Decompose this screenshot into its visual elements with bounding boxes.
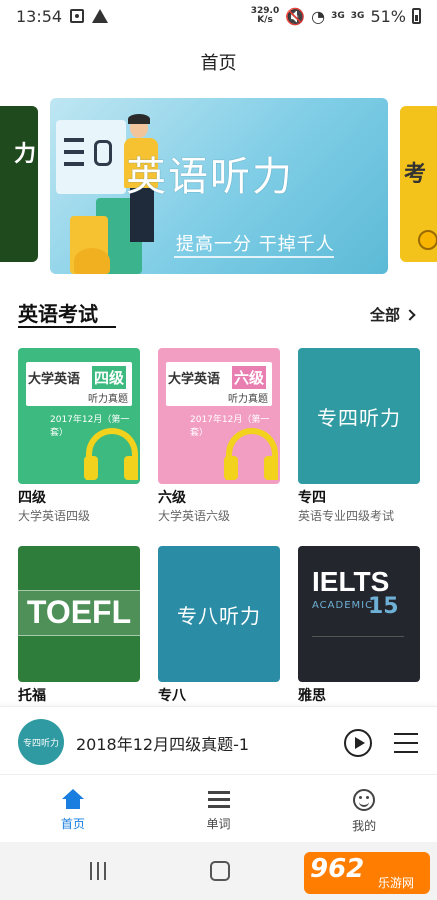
course-thumb: 大学英语 四级 听力真题 2017年12月（第一套） [18,348,140,484]
status-bar: 13:54 329.0 K/s 🔇 ◔ 3G 3G 51% [0,0,437,32]
mini-player[interactable]: 专四听力 2018年12月四级真题-1 [0,706,437,774]
course-name: 四级 [18,490,46,506]
section-title: 英语考试 [18,302,98,326]
warning-icon [92,9,109,23]
course-desc: 英语专业四级考试 [298,509,395,523]
playlist-icon[interactable] [394,733,418,753]
course-card-tem4[interactable]: 专四听力 专四 英语专业四级考试 [298,348,420,523]
wifi-icon: ◔ [311,6,326,26]
battery-level: 51% [370,6,406,26]
list-icon [207,789,230,809]
chevron-right-icon [404,308,416,321]
player-cover[interactable]: 专四听力 [18,719,64,765]
notification-icon [70,9,85,23]
course-desc: 大学英语六级 [158,509,231,523]
banner-title: 英语听力 [126,154,294,200]
mute-icon: 🔇 [285,6,306,26]
course-thumb: 专四听力 [298,348,420,484]
course-name: 托福 [18,688,46,704]
home-icon [61,789,84,809]
course-name: 专八 [158,688,186,704]
page-title: 首页 [200,53,237,74]
network-speed: 329.0 K/s [250,6,280,25]
board-illustration [56,120,126,194]
course-thumb: IELTS ACADEMIC 15 [298,546,420,682]
course-card-cet4[interactable]: 大学英语 四级 听力真题 2017年12月（第一套） 四级 大学英语四级 [18,348,140,523]
course-thumb: 专八听力 [158,546,280,682]
tab-home[interactable]: 首页 [0,775,146,842]
course-card-cet6[interactable]: 大学英语 六级 听力真题 2017年12月（第一套） 六级 大学英语六级 [158,348,280,523]
course-name: 雅思 [298,688,326,704]
battery-icon [412,8,421,24]
bottom-nav: 首页 单词 我的 [0,774,437,842]
emoji-icon [418,230,437,250]
watermark-logo: 962 乐游网 [304,852,430,894]
course-name: 专四 [298,490,326,506]
banner-next[interactable]: 考 [400,106,437,262]
tab-words[interactable]: 单词 [146,775,292,842]
banner-current[interactable]: 英语听力 提高一分 干掉千人 [50,98,388,274]
course-name: 六级 [158,490,186,506]
status-time: 13:54 [16,6,63,26]
course-card-toefl[interactable]: TOEFL 托福 [18,546,140,704]
tab-mine[interactable]: 我的 [291,775,437,842]
system-home-button[interactable] [210,861,230,881]
course-thumb: 大学英语 六级 听力真题 2017年12月（第一套） [158,348,280,484]
signal-3g-2: 3G [350,11,365,21]
banner-prev[interactable]: 力 [0,106,38,262]
banner-next-text: 考 [404,162,427,187]
course-desc: 大学英语四级 [18,509,91,523]
banner-prev-text: 力 [13,142,36,167]
play-icon[interactable] [344,729,372,757]
course-card-tem8[interactable]: 专八听力 专八 [158,546,280,704]
signal-3g-1: 3G [331,11,345,21]
course-thumb: TOEFL [18,546,140,682]
recent-apps-button[interactable] [90,862,108,880]
smile-icon [353,789,376,811]
player-track-title[interactable]: 2018年12月四级真题-1 [76,731,249,755]
section-underline [18,326,116,328]
view-all-button[interactable]: 全部 [370,304,416,325]
course-card-ielts[interactable]: IELTS ACADEMIC 15 雅思 [298,546,420,704]
banner-subtitle: 提高一分 干掉千人 [176,234,335,255]
